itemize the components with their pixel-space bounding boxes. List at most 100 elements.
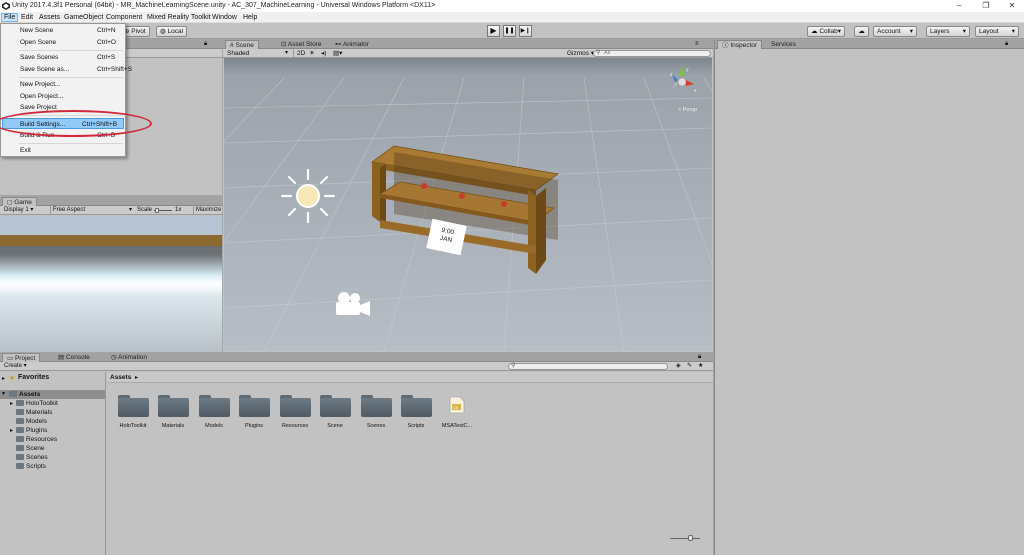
menu-help[interactable]: Help [241,13,259,22]
tree-item[interactable]: HoloToolkit [16,400,58,407]
menu-window[interactable]: Window [210,13,239,22]
menu-item-open-scene[interactable]: Open Scene Ctrl+O [2,37,124,48]
shading-dropdown[interactable]: Shaded [227,49,249,58]
filter-by-type-icon[interactable]: ◈ [676,362,681,371]
folder-label: Plugins [244,423,264,429]
close-button[interactable]: ✕ [1001,0,1023,12]
effects-dropdown-icon[interactable]: ▨▾ [333,49,342,58]
account-label: Account [877,28,901,35]
directional-light-sun-icon[interactable] [280,168,336,224]
step-button[interactable]: ▶❙ [519,25,532,37]
scene-tab-icon: # [230,42,234,49]
folder-icon[interactable] [280,395,311,417]
menu-item-exit[interactable]: Exit [2,145,124,156]
shading-label: Shaded [227,50,250,57]
maximize-button[interactable]: ❐ [975,0,997,12]
tree-item[interactable]: Materials [16,409,52,416]
services-cloud-button[interactable]: ☁ [854,26,869,37]
search-icon: ⚲ [596,50,601,56]
tab-animator[interactable]: ⊷ Animator [331,40,373,49]
scene-panel-menu-icon[interactable]: ≡ [695,41,699,47]
scale-slider-handle[interactable] [155,208,159,213]
icon-size-slider-handle[interactable] [688,535,693,541]
tab-asset-store[interactable]: ⊡ Asset Store [277,40,326,49]
minimize-button[interactable]: – [948,0,970,12]
menu-item-new-scene[interactable]: New Scene Ctrl+N [2,25,124,36]
icon-size-slider[interactable] [670,538,700,539]
folder-icon[interactable] [401,395,432,417]
layers-dropdown[interactable]: Layers ▾ [926,26,970,37]
tab-console[interactable]: ▤ Console [54,353,94,362]
folder-icon[interactable] [239,395,270,417]
project-lock-icon[interactable]: 🔒︎ [698,354,701,361]
game-view[interactable] [0,216,222,352]
menu-edit[interactable]: Edit [19,13,35,22]
scene-search-input[interactable]: All [593,50,711,57]
camera-icon[interactable] [332,290,372,318]
gizmos-dropdown[interactable]: Gizmos ▾ [567,49,594,58]
holotoolkit-expand-icon[interactable]: ▸ [10,400,13,407]
tab-inspector[interactable]: ⓘ Inspector [717,40,763,49]
tab-services[interactable]: Services [767,40,800,49]
layout-dropdown[interactable]: Layout ▾ [975,26,1019,37]
pause-button[interactable]: ❚❚ [503,25,516,37]
menu-item-save-scene-as[interactable]: Save Scene as... Ctrl+Shift+S [2,64,132,75]
scene-orientation-gizmo-icon[interactable]: y x z [664,62,700,102]
tab-animation[interactable]: ◷ Animation [107,353,151,362]
folder-icon[interactable] [320,395,351,417]
menu-item-open-project[interactable]: Open Project... [2,91,124,102]
plugins-expand-icon[interactable]: ▸ [10,427,13,434]
tab-project[interactable]: ▭ Project [2,353,41,362]
chevron-down-icon: ▾ [909,28,913,35]
project-search-input[interactable] [508,363,668,370]
audio-toggle-icon[interactable]: ◂) [321,49,326,58]
tree-item[interactable]: Resources [16,436,57,443]
menu-mixed-reality-toolkit[interactable]: Mixed Reality Toolkit [145,13,213,22]
menu-item-save-scenes[interactable]: Save Scenes Ctrl+S [2,52,124,63]
play-button[interactable]: ▶ [487,25,500,37]
folder-icon[interactable] [361,395,392,417]
menu-component[interactable]: Component [104,13,144,22]
create-dropdown[interactable]: Create ▾ [4,362,27,371]
favorite-star-icon[interactable]: ★ [698,362,703,371]
account-dropdown[interactable]: Account ▾ [873,26,917,37]
wooden-shelf-model[interactable] [370,142,560,274]
toggle-2d-button[interactable]: 2D [293,49,308,58]
aspect-dropdown[interactable]: Free Aspect ▾ [50,206,134,215]
game-tabstrip: ◻ Game [0,197,222,206]
maximize-on-play-toggle[interactable]: Maximize [193,206,221,215]
menu-item-new-project[interactable]: New Project... [2,79,124,90]
menu-gameobject[interactable]: GameObject [62,13,105,22]
tree-item[interactable]: Scene [16,445,44,452]
folder-icon[interactable] [158,395,189,417]
scene-view[interactable]: y x z < Persp 9:00 JAN [224,58,712,351]
tab-scene[interactable]: # Scene [225,40,259,49]
breadcrumb[interactable]: Assets [110,374,131,381]
folder-icon[interactable] [199,395,230,417]
assets-collapse-icon[interactable]: ▾ [2,390,5,399]
inspector-lock-icon[interactable]: 🔒︎ [1005,41,1008,48]
assets-root-row[interactable]: ▾ Assets [0,390,105,399]
display-dropdown[interactable]: Display 1 ▾ [4,206,33,215]
tree-item[interactable]: Models [16,418,47,425]
tree-item[interactable]: Scenes [16,454,48,461]
script-file-icon[interactable]: C# [448,396,466,414]
tab-game[interactable]: ◻ Game [2,197,37,206]
favorites-expand-icon[interactable]: ▸ [2,375,5,382]
local-toggle[interactable]: ◍ Local [156,26,188,37]
menu-assets[interactable]: Assets [37,13,62,22]
game-panel: ◻ Game Display 1 ▾ Free Aspect ▾ Scale 1x… [0,197,222,352]
project-tabstrip: ▭ Project ▤ Console ◷ Animation 🔒︎ [0,353,713,362]
light-toggle-icon[interactable]: ☀ [309,49,315,58]
favorites-label[interactable]: Favorites [18,374,49,381]
tree-item[interactable]: Plugins [16,427,47,434]
perspective-label[interactable]: < Persp [678,107,697,113]
collab-dropdown[interactable]: ☁ Collab ▾ [807,26,845,37]
unity-logo-icon [2,2,10,10]
tree-item[interactable]: Scripts [16,463,46,470]
folder-icon[interactable] [118,395,149,417]
filter-by-label-icon[interactable]: ✎ [687,362,692,371]
lock-icon[interactable]: 🔒︎ [204,41,207,48]
menu-file[interactable]: File [1,13,19,22]
inspector-panel: ⓘ Inspector Services 🔒︎ [714,40,1024,555]
